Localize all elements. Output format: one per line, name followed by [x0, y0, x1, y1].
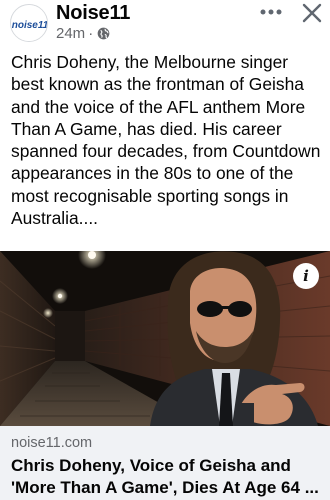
post-meta: 24m · [56, 25, 110, 42]
close-icon [302, 3, 322, 23]
info-icon[interactable]: i [293, 263, 319, 289]
noise11-logo: noise11 [11, 5, 48, 41]
post-header: noise11 Noise11 24m · [0, 0, 330, 48]
post-text: Chris Doheny, the Melbourne singer best … [11, 52, 321, 229]
article-photo [0, 251, 330, 426]
more-horizontal-icon [260, 9, 282, 15]
close-button[interactable] [298, 0, 326, 26]
link-title[interactable]: Chris Doheny, Voice of Geisha and 'More … [11, 455, 327, 498]
link-domain: noise11.com [11, 435, 93, 451]
globe-icon [97, 27, 110, 40]
link-preview-image[interactable] [0, 251, 330, 426]
more-options-button[interactable] [254, 0, 288, 24]
page-avatar[interactable]: noise11 [10, 4, 48, 42]
page-name[interactable]: Noise11 [56, 2, 130, 25]
svg-text:noise11: noise11 [12, 20, 48, 31]
post-time[interactable]: 24m [56, 25, 85, 42]
meta-separator: · [88, 25, 94, 42]
